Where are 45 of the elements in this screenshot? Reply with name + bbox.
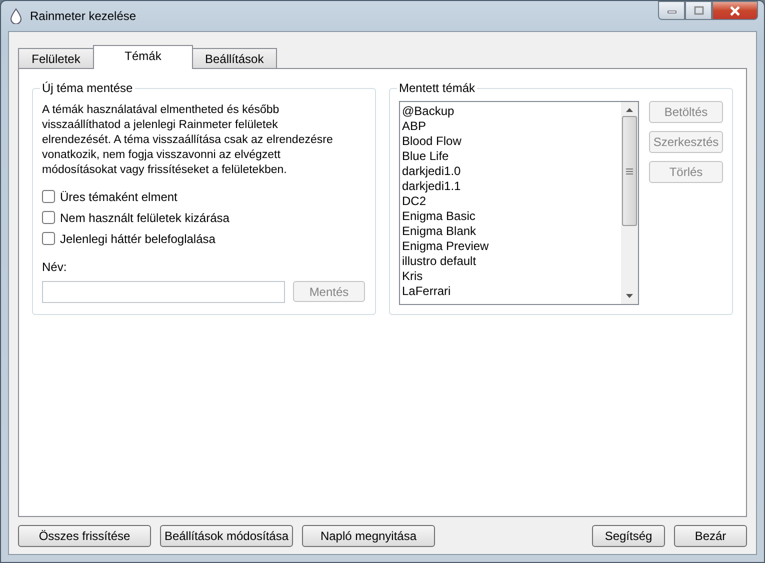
footer-button[interactable]: Összes frissítése xyxy=(18,525,151,547)
checkbox[interactable] xyxy=(42,211,55,224)
list-item[interactable]: Kris xyxy=(402,269,619,284)
close-button[interactable] xyxy=(712,1,758,20)
list-item[interactable]: darkjedi1.0 xyxy=(402,164,619,179)
tab[interactable]: Felületek xyxy=(18,48,94,68)
footer-button[interactable]: Napló megnyitása xyxy=(302,525,435,547)
list-item[interactable]: Blue Life xyxy=(402,149,619,164)
list-item[interactable]: Enigma Preview xyxy=(402,239,619,254)
group-title: Mentett témák xyxy=(398,81,476,95)
list-item[interactable]: Blood Flow xyxy=(402,134,619,149)
list-item[interactable]: @Backup xyxy=(402,104,619,119)
checkbox[interactable] xyxy=(42,190,55,203)
close-icon xyxy=(729,6,741,16)
footer-button[interactable]: Segítség xyxy=(592,525,665,547)
scroll-thumb[interactable] xyxy=(622,116,637,226)
scrollbar[interactable] xyxy=(621,102,638,304)
droplet-icon xyxy=(10,8,22,24)
minimize-button[interactable] xyxy=(658,1,685,20)
description-text: A témák használatával elmentheted és később visszaállíthatod a jelenlegi Rainmeter felületek elrendezését. A téma visszaállítása csak az elrendezésre vonatkozik, nem fogja visszavonni az elvégzett módosításokat vagy frissítéseket a felületekben. xyxy=(42,103,334,178)
checkbox-label: Üres témaként elment xyxy=(60,190,178,204)
maximize-button[interactable] xyxy=(685,1,712,20)
scroll-down-icon[interactable] xyxy=(626,294,633,298)
tab[interactable]: Beállítások xyxy=(192,48,277,68)
name-input-field[interactable] xyxy=(42,281,285,303)
field-label: Név: xyxy=(42,260,68,274)
list-item[interactable]: DC2 xyxy=(402,194,619,209)
window-title: Rainmeter kezelése xyxy=(30,9,136,23)
checkbox-label: Nem használt felületek kizárása xyxy=(60,210,230,224)
scroll-up-icon[interactable] xyxy=(626,108,633,112)
list-item[interactable]: Enigma Blank xyxy=(402,224,619,239)
checkbox-label: Jelenlegi háttér belefoglalása xyxy=(60,232,216,246)
list-item[interactable]: LaFerrari xyxy=(402,284,619,299)
footer-button[interactable]: Beállítások módosítása xyxy=(160,525,293,547)
checkbox[interactable] xyxy=(42,232,55,245)
list-item[interactable]: illustro default xyxy=(402,254,619,269)
maximize-icon xyxy=(694,6,704,15)
group-title: Új téma mentése xyxy=(41,81,134,95)
list-item[interactable]: ABP xyxy=(402,119,619,134)
footer-button[interactable]: Bezár xyxy=(674,525,747,547)
grip-icon xyxy=(626,168,633,174)
list-item[interactable]: Enigma Basic xyxy=(402,209,619,224)
tab[interactable]: Témák xyxy=(93,45,193,69)
list-item[interactable]: darkjedi1.1 xyxy=(402,179,619,194)
minimize-icon xyxy=(666,8,676,14)
